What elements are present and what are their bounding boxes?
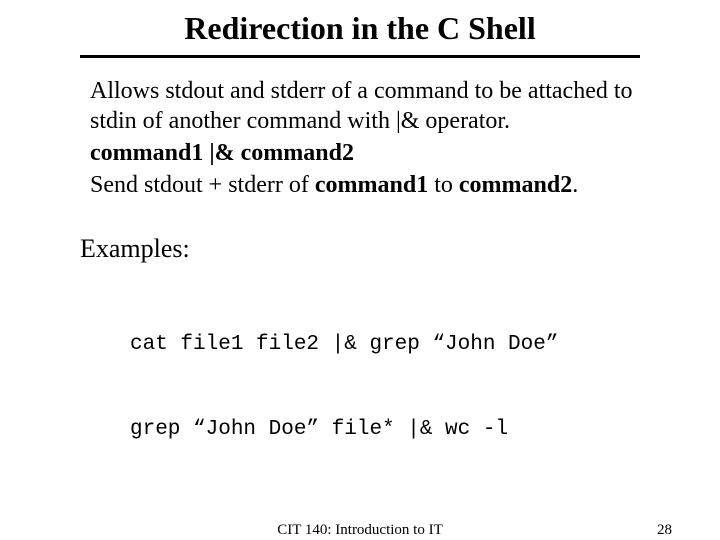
desc-mid: to — [428, 172, 459, 198]
desc-post: . — [572, 172, 578, 198]
footer-course: CIT 140: Introduction to IT — [0, 522, 720, 539]
slide: Redirection in the C Shell Allows stdout… — [0, 0, 720, 501]
title-rule — [80, 55, 640, 58]
examples-label: Examples: — [80, 234, 640, 264]
footer-page: 28 — [657, 522, 672, 539]
desc-pre: Send stdout + stderr of — [90, 172, 315, 198]
page-title: Redirection in the C Shell — [80, 10, 640, 47]
syntax-cmd2: command2 — [241, 140, 354, 166]
examples-block: cat file1 file2 |& grep “John Doe” grep … — [130, 274, 640, 501]
syntax-op: |& — [203, 140, 240, 166]
paragraph-lead: Allows stdout and stderr of a command to… — [90, 76, 640, 136]
desc-cmd1: command1 — [315, 172, 428, 198]
syntax-cmd1: command1 — [90, 140, 203, 166]
desc-cmd2: command2 — [459, 172, 572, 198]
syntax-line: command1 |& command2 — [90, 138, 640, 168]
example-line: cat file1 file2 |& grep “John Doe” — [130, 331, 640, 359]
body-text: Allows stdout and stderr of a command to… — [90, 76, 640, 200]
description-line: Send stdout + stderr of command1 to comm… — [90, 170, 640, 200]
example-line: grep “John Doe” file* |& wc -l — [130, 416, 640, 444]
